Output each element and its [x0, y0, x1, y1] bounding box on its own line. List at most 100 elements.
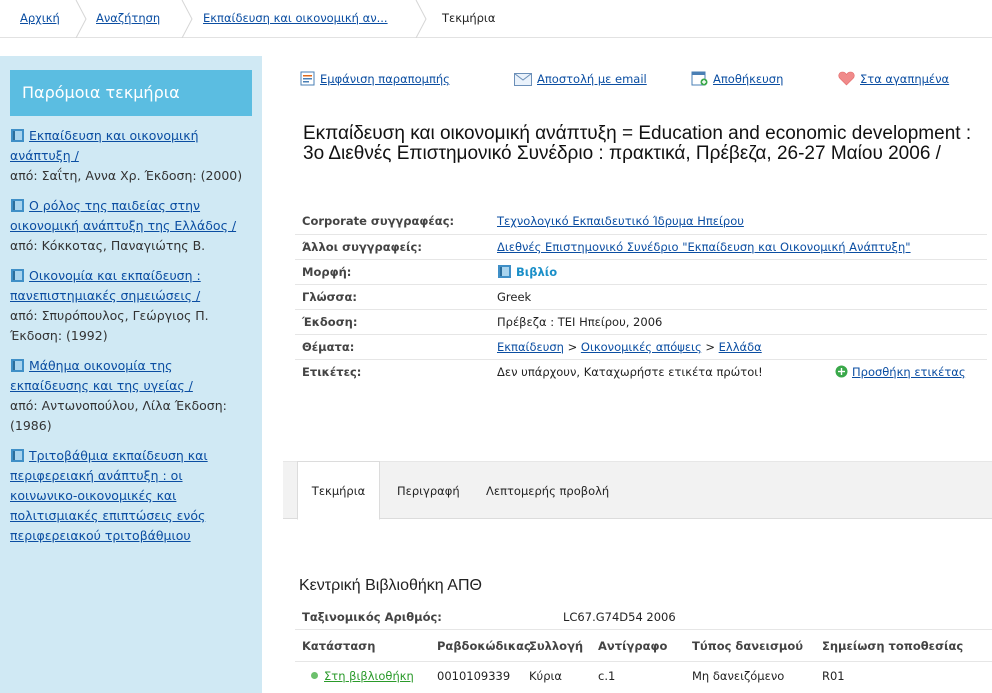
similar-item-author: από: Κόκκοτας, Παναγιώτης Β. [10, 238, 206, 253]
similar-item: Ο ρόλος της παιδείας στην οικονομική ανά… [10, 186, 252, 256]
column-header: Αντίγραφο [598, 639, 668, 653]
holdings-row: Στη βιβλιοθήκη 0010109339 Κύρια c.1 Μη δ… [295, 662, 992, 690]
tab-holdings[interactable]: Τεκμήρια [297, 461, 380, 520]
similar-items-sidebar: Παρόμοια τεκμήρια Εκπαίδευση και οικονομ… [0, 56, 262, 693]
detail-row-tags: Ετικέτες: Δεν υπάρχουν, Καταχωρήστε ετικ… [295, 359, 987, 384]
book-icon [11, 129, 24, 142]
email-icon [514, 73, 532, 86]
add-tag-button[interactable]: Προσθήκη ετικέτας [835, 360, 966, 384]
save-link[interactable]: Αποθήκευση [713, 72, 783, 86]
similar-item-author: από: Αντωνοπούλου, Λίλα [10, 398, 171, 413]
favorite-link[interactable]: Στα αγαπημένα [860, 72, 949, 86]
detail-row-publication: Έκδοση: Πρέβεζα : ΤΕΙ Ηπείρου, 2006 [295, 309, 987, 334]
save-action[interactable]: Αποθήκευση [691, 68, 783, 90]
call-number-value: LC67.G74D54 2006 [563, 610, 676, 624]
chevron-right-icon [181, 0, 193, 38]
citation-icon [300, 71, 315, 86]
add-tag-link[interactable]: Προσθήκη ετικέτας [852, 365, 966, 379]
subject-link[interactable]: Εκπαίδευση [497, 340, 564, 354]
publication-value: Πρέβεζα : ΤΕΙ Ηπείρου, 2006 [497, 315, 663, 329]
similar-item: Εκπαίδευση και οικονομική ανάπτυξη / από… [10, 116, 252, 186]
call-number-label: Ταξινομικός Αριθμός: [302, 610, 442, 624]
library-name: Κεντρική Βιβλιοθήκη ΑΠΘ [299, 577, 482, 594]
subject-separator: > [705, 340, 715, 354]
record-title: Εκπαίδευση και οικονομική ανάπτυξη = Edu… [303, 123, 972, 164]
chevron-right-icon [415, 0, 427, 38]
similar-item: Τριτοβάθμια εκπαίδευση και περιφερειακή … [10, 436, 252, 546]
book-icon [11, 359, 24, 372]
chevron-right-icon [75, 0, 87, 38]
column-header: Ραβδοκώδικας [437, 639, 531, 653]
record-tabs: Τεκμήρια Περιγραφή Λεπτομερής προβολή [283, 461, 992, 520]
column-header: Κατάσταση [302, 639, 376, 653]
detail-row-subjects: Θέματα: Εκπαίδευση > Οικονομικές απόψεις… [295, 334, 987, 359]
column-header: Σημείωση τοποθεσίας [822, 639, 964, 653]
detail-row-corporate-author: Corporate συγγραφέας: Τεχνολογικό Εκπαιδ… [295, 209, 987, 234]
book-icon [11, 449, 24, 462]
detail-label: Θέματα: [302, 340, 355, 354]
tags-value: Δεν υπάρχουν, Καταχωρήστε ετικέτα πρώτοι… [497, 365, 763, 379]
status-text[interactable]: Στη βιβλιοθήκη [324, 669, 414, 683]
detail-label: Μορφή: [302, 265, 352, 279]
favorite-action[interactable]: Στα αγαπημένα [838, 68, 949, 90]
breadcrumb-record[interactable]: Εκπαίδευση και οικονομική αν... [203, 0, 388, 38]
similar-item-edition: Έκδοση: (2000) [144, 168, 243, 183]
corporate-author-link[interactable]: Τεχνολογικό Εκπαιδευτικό Ίδρυμα Ηπείρου [497, 209, 744, 233]
similar-item-link[interactable]: Οικονομία και εκπαίδευση : πανεπιστημιακ… [10, 268, 201, 303]
similar-item-author: από: Σαΐτη, Αννα Χρ. [10, 168, 141, 183]
barcode-cell: 0010109339 [437, 669, 511, 683]
email-link[interactable]: Αποστολή με email [537, 72, 647, 86]
cite-action[interactable]: Εμφάνιση παραπομπής [300, 68, 450, 90]
similar-item-link[interactable]: Εκπαίδευση και οικονομική ανάπτυξη / [10, 128, 199, 163]
book-icon [11, 269, 24, 282]
sidebar-title: Παρόμοια τεκμήρια [10, 70, 252, 116]
detail-label: Corporate συγγραφέας: [302, 214, 455, 228]
heart-icon [838, 71, 855, 86]
similar-item-author: από: Σπυρόπουλος, Γεώργιος Π. [10, 308, 209, 323]
language-value: Greek [497, 290, 532, 304]
tab-description[interactable]: Περιγραφή [397, 462, 460, 520]
detail-label: Γλώσσα: [302, 290, 358, 304]
subjects-value: Εκπαίδευση > Οικονομικές απόψεις > Ελλάδ… [497, 335, 762, 359]
breadcrumb: Αρχική Αναζήτηση Εκπαίδευση και οικονομι… [0, 0, 992, 38]
location-cell: R01 [822, 669, 845, 683]
similar-item-link[interactable]: Ο ρόλος της παιδείας στην οικονομική ανά… [10, 198, 236, 233]
breadcrumb-home[interactable]: Αρχική [20, 0, 60, 38]
detail-label: Άλλοι συγγραφείς: [302, 240, 422, 254]
similar-item-link[interactable]: Μάθημα οικονομία της εκπαίδευσης και της… [10, 358, 193, 393]
similar-item: Μάθημα οικονομία της εκπαίδευσης και της… [10, 346, 252, 436]
book-icon [498, 265, 511, 278]
subject-link[interactable]: Οικονομικές απόψεις [581, 340, 702, 354]
detail-label: Έκδοση: [302, 315, 358, 329]
detail-row-other-authors: Άλλοι συγγραφείς: Διεθνές Επιστημονικό Σ… [295, 234, 987, 259]
format-text: Βιβλίο [516, 265, 558, 279]
subject-separator: > [567, 340, 578, 354]
copy-cell: c.1 [598, 669, 616, 683]
loan-type-cell: Μη δανειζόμενο [692, 669, 785, 683]
format-value: Βιβλίο [497, 260, 557, 284]
tab-staff-view[interactable]: Λεπτομερής προβολή [486, 462, 609, 520]
detail-row-format: Μορφή: Βιβλίο [295, 259, 987, 284]
similar-item-link[interactable]: Τριτοβάθμια εκπαίδευση και περιφερειακή … [10, 448, 208, 543]
detail-label: Ετικέτες: [302, 365, 362, 379]
column-header: Τύπος δανεισμού [692, 639, 804, 653]
holdings-header: Κατάσταση Ραβδοκώδικας Συλλογή Αντίγραφο… [295, 630, 992, 662]
plus-icon [835, 365, 848, 378]
cite-link[interactable]: Εμφάνιση παραπομπής [320, 72, 450, 86]
collection-cell: Κύρια [529, 669, 562, 683]
available-dot-icon [311, 672, 318, 679]
column-header: Συλλογή [529, 639, 584, 653]
breadcrumb-current: Τεκμήρια [442, 11, 496, 25]
call-number-row: Ταξινομικός Αριθμός: LC67.G74D54 2006 [295, 605, 992, 630]
detail-row-language: Γλώσσα: Greek [295, 284, 987, 309]
book-icon [11, 199, 24, 212]
availability-status[interactable]: Στη βιβλιοθήκη [311, 662, 414, 690]
record-details: Corporate συγγραφέας: Τεχνολογικό Εκπαιδ… [295, 209, 987, 384]
breadcrumb-search[interactable]: Αναζήτηση [96, 0, 160, 38]
similar-item-edition: Έκδοση: (1992) [10, 328, 108, 343]
save-icon [691, 71, 708, 86]
similar-item: Οικονομία και εκπαίδευση : πανεπιστημιακ… [10, 256, 252, 346]
other-authors-link[interactable]: Διεθνές Επιστημονικό Συνέδριο "Εκπαίδευσ… [497, 235, 911, 259]
subject-link[interactable]: Ελλάδα [719, 340, 762, 354]
email-action[interactable]: Αποστολή με email [514, 68, 647, 90]
